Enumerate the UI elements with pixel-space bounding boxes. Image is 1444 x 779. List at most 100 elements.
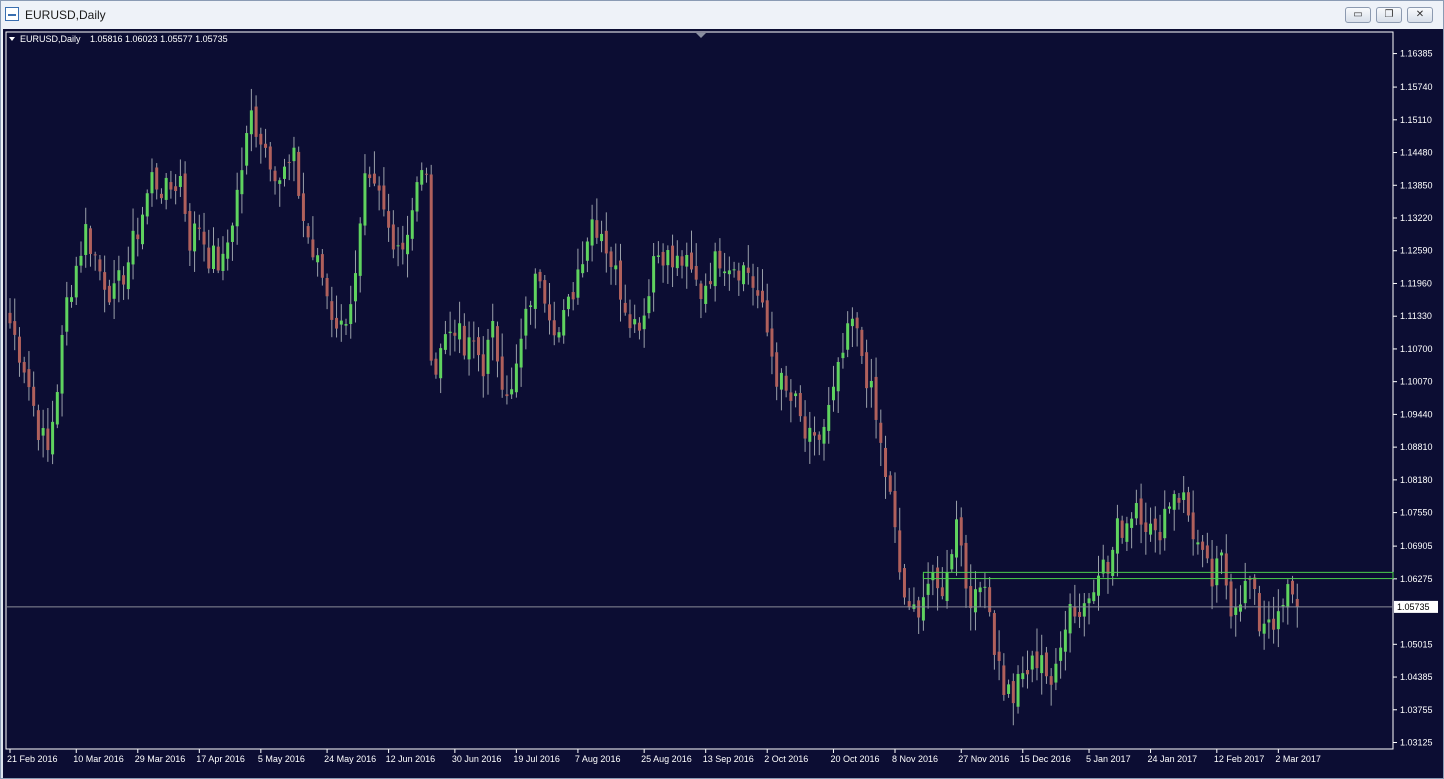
candle-body [1040,655,1044,674]
candle-body [98,259,102,272]
candle-body [415,182,419,212]
candle-body [306,226,310,238]
candle-body [396,245,400,247]
y-tick-label: 1.09440 [1400,409,1433,419]
candle-body [1073,606,1077,617]
candle-body [936,567,940,589]
candle-body [1120,520,1124,538]
minimize-button[interactable]: ▭ [1345,7,1371,23]
chart-background [3,29,1443,778]
candle-body [1082,603,1086,617]
candle-body [207,247,211,269]
candle-body [841,352,845,359]
candle-body [273,170,277,182]
candle-body [822,426,826,444]
candle-body [1158,532,1162,541]
candle-body [60,334,64,394]
candle-body [562,310,566,336]
candle-body [278,180,282,184]
candle-body [595,220,599,238]
candle-body [117,270,121,281]
candle-body [429,174,433,361]
close-button[interactable]: ✕ [1407,7,1433,23]
candle-body [973,589,977,613]
candle-body [472,340,476,342]
x-tick-label: 27 Nov 2016 [958,754,1009,764]
candle-body [860,329,864,356]
candlestick-chart[interactable]: EURUSD,Daily 1.05816 1.06023 1.05577 1.05… [3,29,1443,778]
x-tick-label: 5 Jan 2017 [1086,754,1131,764]
candle-body [316,255,320,263]
candle-body [557,332,561,338]
x-tick-label: 2 Oct 2016 [764,754,808,764]
candle-body [850,318,854,327]
y-tick-label: 1.06275 [1400,574,1433,584]
candle-body [983,586,987,588]
candle-body [458,323,462,340]
candle-body [36,410,40,441]
candle-body [174,186,178,192]
x-tick-label: 12 Jun 2016 [386,754,436,764]
title-bar[interactable]: EURUSD,Daily ▭ ❐ ✕ [1,1,1443,29]
candle-body [1205,545,1209,559]
candle-body [268,146,272,170]
x-tick-label: 25 Aug 2016 [641,754,692,764]
candle-body [1234,607,1238,615]
candle-body [770,328,774,357]
candle-body [694,265,698,280]
x-tick-label: 2 Mar 2017 [1275,754,1321,764]
candle-body [188,211,192,251]
candle-body [813,432,817,436]
candle-body [642,315,646,330]
candle-body [320,254,324,278]
candle-body [1130,518,1134,528]
chart-area[interactable]: EURUSD,Daily 1.05816 1.06023 1.05577 1.05… [3,29,1443,778]
candle-body [65,297,69,332]
candle-body [637,322,641,331]
candle-body [846,323,850,350]
x-tick-label: 8 Nov 2016 [892,754,938,764]
candle-body [619,260,623,300]
restore-button[interactable]: ❐ [1376,7,1402,23]
candle-body [1068,603,1072,634]
candle-body [955,519,959,558]
candle-body [150,172,154,194]
candle-body [462,325,466,356]
candle-body [178,176,182,187]
y-tick-label: 1.04385 [1400,672,1433,682]
candle-body [671,245,675,268]
candle-body [84,224,88,255]
candle-body [661,251,665,266]
candle-body [145,193,149,217]
candle-body [1007,684,1011,694]
candle-body [197,227,201,229]
candle-body [689,252,693,270]
x-tick-label: 24 Jan 2017 [1148,754,1198,764]
candle-body [74,265,78,298]
candle-body [230,225,234,242]
candle-body [1059,647,1063,661]
candle-body [505,394,509,397]
x-tick-label: 12 Feb 2017 [1214,754,1265,764]
candle-body [964,542,968,589]
candle-body [907,601,911,608]
y-tick-label: 1.10700 [1400,344,1433,354]
candle-body [477,337,481,356]
x-tick-label: 15 Dec 2016 [1020,754,1071,764]
candle-body [831,386,835,401]
candle-body [779,372,783,390]
candle-body [723,271,727,274]
x-tick-label: 7 Aug 2016 [575,754,621,764]
candle-body [325,278,329,297]
candle-body [41,428,45,436]
x-tick-label: 17 Apr 2016 [196,754,245,764]
candle-body [1144,522,1148,533]
candle-body [240,170,244,195]
candle-body [784,375,788,391]
candle-body [1002,665,1006,695]
candle-body [245,133,249,166]
candle-body [675,255,679,269]
candle-body [1139,498,1143,525]
candle-body [141,214,145,245]
y-tick-label: 1.11330 [1400,311,1432,321]
